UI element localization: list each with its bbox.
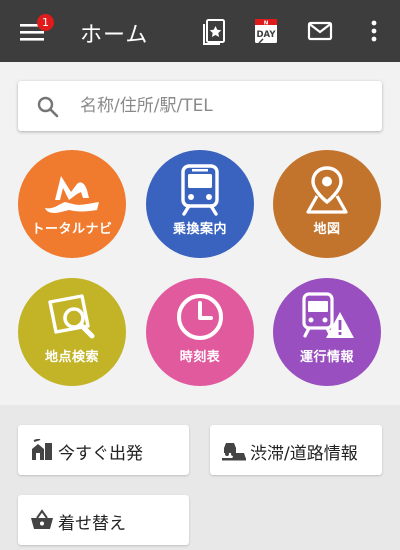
search-input[interactable] [80,81,370,131]
quick-actions-panel: 今すぐ出発 渋滞/道路情報 着せ替え [0,405,400,550]
overflow-menu-button[interactable] [358,15,390,47]
theme-change-button[interactable]: 着せ替え [18,495,189,545]
bookmark-star-icon [203,19,225,45]
tile-transfer[interactable]: 乗換案内 [146,150,254,258]
nday-button[interactable]: N DAY [250,15,282,47]
tile-place-search[interactable]: 地点検索 [18,278,126,386]
more-vert-icon [371,20,377,42]
menu-button[interactable]: 1 [12,14,54,50]
nday-top-text: N [264,20,269,26]
nday-bottom-text: DAY [257,30,277,40]
map-pin-icon [306,166,348,214]
search-icon [37,96,59,118]
notification-badge: 1 [37,14,54,31]
search-box[interactable] [18,81,382,131]
mail-button[interactable] [304,15,336,47]
tile-total-navi[interactable]: トータルナビ [18,150,126,258]
app-header: 1 ホーム N DAY [0,0,400,62]
tile-map[interactable]: 地図 [273,150,381,258]
page-title: ホーム [80,23,149,48]
traffic-info-button[interactable]: 渋滞/道路情報 [210,425,382,475]
quick-action-label: 今すぐ出発 [58,444,143,464]
train-warning-icon [302,292,354,338]
quick-action-label: 渋滞/道路情報 [250,444,358,464]
depart-now-icon [32,439,52,460]
tile-label: 時刻表 [179,350,221,365]
depart-now-button[interactable]: 今すぐ出発 [18,425,189,475]
tile-label: 地図 [313,222,341,237]
nday-calendar-icon: N DAY [255,19,277,44]
tile-label: 運行情報 [299,350,354,365]
quick-action-label: 着せ替え [58,514,126,534]
favorites-button[interactable] [198,15,230,47]
train-icon [181,164,219,216]
map-search-icon [48,294,95,339]
basket-icon [31,509,53,529]
clock-icon [177,294,223,340]
total-navi-icon [45,176,99,213]
tile-label: 地点検索 [44,350,99,365]
tile-timetable[interactable]: 時刻表 [146,278,254,386]
tile-label: 乗換案内 [172,222,227,237]
mail-icon [307,21,333,41]
traffic-icon [222,443,246,461]
tile-service-info[interactable]: 運行情報 [273,278,381,386]
tile-label: トータルナビ [31,222,113,237]
